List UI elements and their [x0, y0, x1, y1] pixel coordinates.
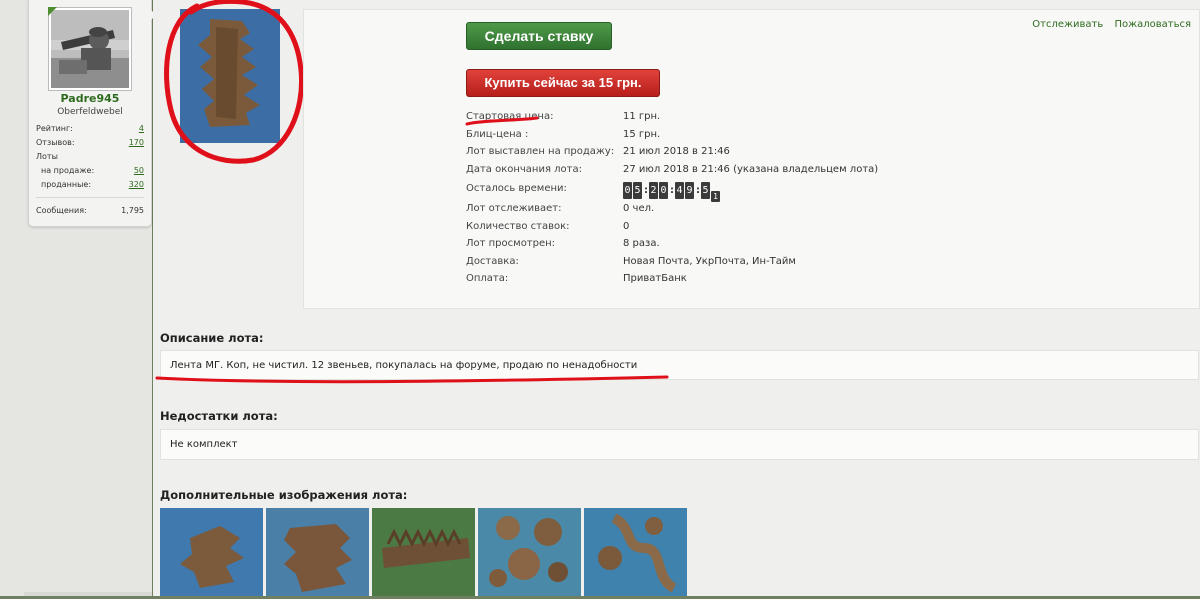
watch-link[interactable]: Отслеживать	[1032, 19, 1103, 30]
stat-on-sale: на продаже: 50	[36, 164, 144, 178]
extra-image-thumbnail[interactable]	[478, 508, 581, 596]
watchers-label: Лот отслеживает:	[466, 203, 562, 214]
lot-actions: Отслеживать Пожаловаться	[1024, 19, 1191, 30]
lot-details: Стартовая цена: 11 грн. Блиц-цена : 15 г…	[466, 108, 886, 288]
end-date-value: 27 июл 2018 в 21:46 (указана владельцем …	[623, 163, 879, 175]
description-underline-annotation	[155, 375, 669, 384]
stat-label: Отзывов:	[36, 138, 75, 147]
countdown-timer: 0 5:2 0:4 9:51	[623, 180, 721, 202]
buy-now-button[interactable]: Купить сейчас за 15 грн.	[466, 69, 660, 97]
stat-label: Лоты	[36, 152, 58, 161]
stat-label: Рейтинг:	[36, 124, 73, 133]
end-date-label: Дата окончания лота:	[466, 163, 582, 175]
stat-label: Сообщения:	[36, 206, 87, 215]
main-content: Сделать ставку Купить сейчас за 15 грн. …	[153, 0, 1200, 596]
flaws-text: Не комплект	[170, 439, 238, 450]
stat-value-link[interactable]: 4	[139, 122, 144, 136]
extra-images-gallery	[160, 508, 700, 596]
bids-value: 0	[623, 220, 630, 232]
stat-feedback: Отзывов: 170	[36, 136, 144, 150]
flaws-title: Недостатки лота:	[160, 409, 278, 423]
blitz-price-value: 15 грн.	[623, 128, 661, 140]
countdown-digit: 0	[623, 182, 632, 199]
stat-sold: проданные: 320	[36, 178, 144, 192]
views-label: Лот просмотрен:	[466, 238, 556, 249]
red-dot-annotation	[625, 90, 627, 92]
user-card: Padre945 Oberfeldwebel Рейтинг: 4 Отзыво…	[28, 0, 156, 227]
stat-value-link[interactable]: 50	[134, 164, 144, 178]
countdown-digit: 4	[675, 182, 684, 199]
views-row: Лот просмотрен: 8 раза.	[466, 235, 886, 253]
payment-value: ПриватБанк	[623, 273, 687, 284]
stat-lots-header: Лоты	[36, 150, 144, 164]
extra-images-title: Дополнительные изображения лота:	[160, 488, 408, 502]
countdown-digit: 5	[701, 182, 710, 199]
payment-row: Оплата: ПриватБанк	[466, 270, 886, 288]
horizontal-scrollbar[interactable]	[24, 592, 152, 596]
time-left-label: Осталось времени:	[466, 183, 567, 194]
user-stats: Рейтинг: 4 Отзывов: 170 Лоты на продаже:…	[36, 122, 144, 218]
sidebar: Padre945 Oberfeldwebel Рейтинг: 4 Отзыво…	[0, 0, 156, 596]
countdown-digit: 2	[649, 182, 658, 199]
delivery-label: Доставка:	[466, 255, 519, 267]
payment-label: Оплата:	[466, 273, 509, 284]
time-left-row: Осталось времени: 0 5:2 0:4 9:51	[466, 178, 886, 202]
user-rank: Oberfeldwebel	[57, 107, 123, 117]
watchers-row: Лот отслеживает: 0 чел.	[466, 200, 886, 218]
countdown-digit: 9	[685, 182, 694, 199]
bids-row: Количество ставок: 0	[466, 218, 886, 236]
price-underline-annotation	[465, 116, 539, 126]
countdown-digit: 5	[633, 182, 642, 199]
report-link[interactable]: Пожаловаться	[1114, 19, 1191, 30]
username-link[interactable]: Padre945	[29, 92, 151, 105]
delivery-row: Доставка: Новая Почта, УкрПочта, Ин-Тайм	[466, 253, 886, 271]
divider	[36, 197, 144, 204]
stat-label: проданные:	[41, 180, 92, 189]
avatar[interactable]	[48, 7, 132, 91]
stat-messages: Сообщения: 1,795	[36, 204, 144, 218]
countdown-digit: 0	[659, 182, 668, 199]
extra-image-thumbnail[interactable]	[372, 508, 475, 596]
delivery-value: Новая Почта, УкрПочта, Ин-Тайм	[623, 255, 796, 267]
listed-date-label: Лот выставлен на продажу:	[466, 146, 615, 157]
description-title: Описание лота:	[160, 331, 264, 345]
stat-rating: Рейтинг: 4	[36, 122, 144, 136]
end-date-row: Дата окончания лота: 27 июл 2018 в 21:46…	[466, 161, 886, 179]
start-price-value: 11 грн.	[623, 111, 661, 122]
lot-main-photo[interactable]	[180, 9, 280, 143]
listed-date-value: 21 июл 2018 в 21:46	[623, 146, 730, 157]
extra-image-thumbnail[interactable]	[584, 508, 687, 596]
flaws-box: Не комплект	[160, 429, 1199, 460]
stat-label: на продаже:	[41, 166, 95, 175]
bids-label: Количество ставок:	[466, 220, 570, 232]
listed-date-row: Лот выставлен на продажу: 21 июл 2018 в …	[466, 143, 886, 161]
stat-value: 1,795	[121, 206, 144, 215]
online-indicator	[48, 7, 57, 16]
stat-value-link[interactable]: 320	[129, 178, 144, 192]
watchers-value: 0 чел.	[623, 203, 655, 214]
extra-image-thumbnail[interactable]	[266, 508, 369, 596]
extra-image-thumbnail[interactable]	[160, 508, 263, 596]
views-value: 8 раза.	[623, 238, 660, 249]
stat-value-link[interactable]: 170	[129, 136, 144, 150]
place-bid-button[interactable]: Сделать ставку	[466, 22, 612, 50]
